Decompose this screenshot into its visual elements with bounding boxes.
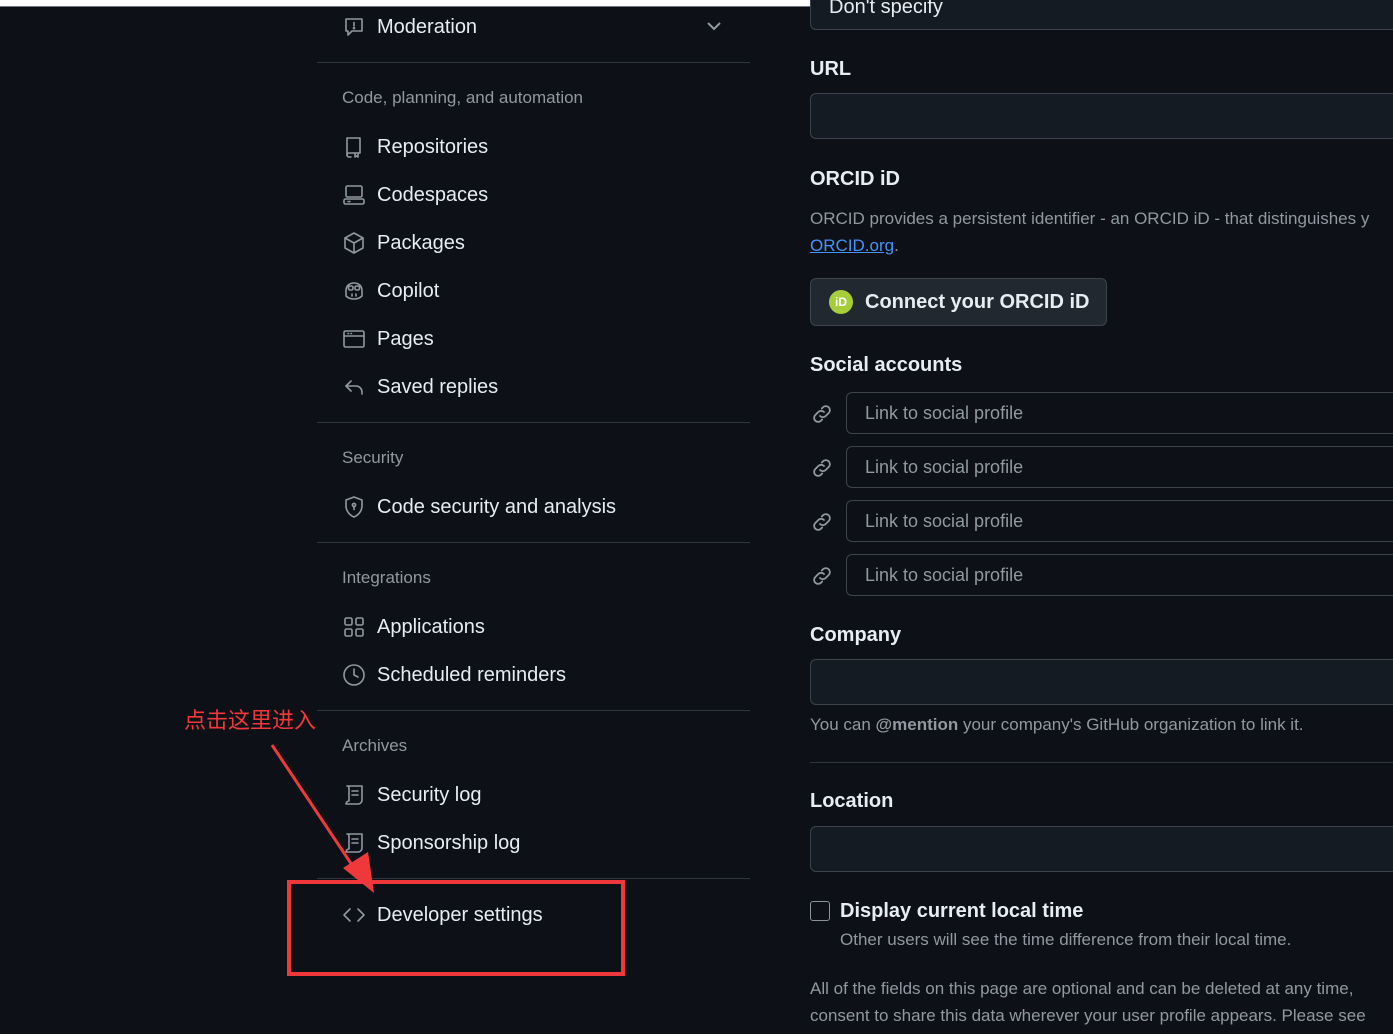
chevron-down-icon[interactable] (704, 16, 724, 36)
social-row: Link to social profile (810, 392, 1393, 434)
sidebar-item-saved-replies[interactable]: Saved replies (341, 370, 498, 404)
clock-icon (341, 662, 367, 688)
orcid-label: ORCID iD (810, 168, 900, 190)
profile-form: Don't specify URL ORCID iD ORCID provide… (810, 0, 1393, 1034)
company-hint-post: your company's GitHub organization to li… (958, 715, 1304, 734)
url-input[interactable] (810, 93, 1393, 139)
social-profile-input[interactable]: Link to social profile (846, 500, 1393, 542)
sidebar-item-moderation[interactable]: Moderation (341, 10, 477, 44)
group-title-archives: Archives (342, 736, 408, 755)
group-title-code: Code, planning, and automation (342, 88, 584, 107)
url-label: URL (810, 58, 852, 80)
footer-note-line2: consent to share this data wherever your… (810, 1006, 1366, 1025)
pronouns-select[interactable]: Don't specify (810, 0, 1393, 30)
browser-icon (341, 326, 367, 352)
connect-orcid-label: Connect your ORCID iD (865, 290, 1090, 313)
sidebar-item-label: Copilot (377, 279, 440, 302)
orcid-link[interactable]: ORCID.org (810, 236, 894, 255)
annotation-highlight-box (287, 880, 625, 976)
sidebar-item-sponsorship-log[interactable]: Sponsorship log (341, 826, 520, 860)
sidebar-item-label: Security log (377, 783, 482, 806)
sidebar-item-code-security[interactable]: Code security and analysis (341, 490, 616, 524)
comment-report-icon (341, 14, 367, 40)
orcid-period: . (894, 236, 899, 255)
divider (317, 62, 750, 63)
connect-orcid-button[interactable]: iD Connect your ORCID iD (810, 278, 1107, 326)
sidebar-item-packages[interactable]: Packages (341, 226, 465, 260)
package-icon (341, 230, 367, 256)
footer-note-line1: All of the fields on this page are optio… (810, 979, 1354, 998)
link-icon (810, 456, 834, 480)
sidebar-item-label: Code security and analysis (377, 495, 617, 518)
sidebar-item-pages[interactable]: Pages (341, 322, 434, 356)
company-label: Company (810, 624, 902, 646)
copilot-icon (341, 278, 367, 304)
social-row: Link to social profile (810, 500, 1393, 542)
social-profile-input[interactable]: Link to social profile (846, 392, 1393, 434)
sidebar-item-copilot[interactable]: Copilot (341, 274, 439, 308)
link-icon (810, 402, 834, 426)
apps-icon (341, 614, 367, 640)
divider (317, 422, 750, 423)
orcid-icon: iD (829, 290, 853, 314)
repo-icon (341, 134, 367, 160)
log-icon (341, 782, 367, 808)
social-profile-input[interactable]: Link to social profile (846, 446, 1393, 488)
company-hint-mention: @mention (875, 715, 959, 734)
sidebar-item-label: Moderation (377, 15, 478, 38)
sidebar-item-applications[interactable]: Applications (341, 610, 485, 644)
section-divider (810, 762, 1393, 763)
social-accounts-label: Social accounts (810, 354, 963, 376)
link-icon (810, 510, 834, 534)
sidebar-item-codespaces[interactable]: Codespaces (341, 178, 488, 212)
annotation-text: 点击这里进入 (184, 709, 317, 734)
sidebar-item-label: Applications (377, 615, 485, 638)
group-title-integrations: Integrations (342, 568, 431, 587)
social-row: Link to social profile (810, 554, 1393, 596)
sidebar-item-label: Repositories (377, 135, 489, 158)
reply-icon (341, 374, 367, 400)
company-hint: You can @mention your company's GitHub o… (810, 715, 1304, 735)
settings-sidebar: Moderation Code, planning, and automatio… (317, 0, 750, 1034)
group-title-security: Security (342, 448, 404, 467)
sidebar-item-security-log[interactable]: Security log (341, 778, 482, 812)
local-time-label[interactable]: Display current local time (840, 900, 1083, 923)
sidebar-item-label: Packages (377, 231, 465, 254)
company-input[interactable] (810, 659, 1393, 705)
sidebar-item-label: Saved replies (377, 375, 499, 398)
orcid-description: ORCID provides a persistent identifier -… (810, 209, 1370, 228)
link-icon (810, 564, 834, 588)
local-time-checkbox[interactable] (810, 901, 830, 921)
local-time-description: Other users will see the time difference… (840, 930, 1292, 949)
sidebar-item-label: Pages (377, 327, 434, 350)
divider (317, 542, 750, 543)
location-label: Location (810, 790, 894, 812)
divider (317, 710, 750, 711)
codespaces-icon (341, 182, 367, 208)
sidebar-item-label: Sponsorship log (377, 831, 521, 854)
sidebar-item-label: Scheduled reminders (377, 663, 566, 686)
pronouns-value: Don't specify (829, 0, 943, 18)
log-icon (341, 830, 367, 856)
sidebar-item-label: Codespaces (377, 183, 489, 206)
divider (317, 878, 750, 879)
company-hint-pre: You can (810, 715, 876, 734)
sidebar-item-scheduled-reminders[interactable]: Scheduled reminders (341, 658, 566, 692)
shield-lock-icon (341, 494, 367, 520)
social-profile-input[interactable]: Link to social profile (846, 554, 1393, 596)
orcid-link-line: ORCID.org. (810, 236, 899, 256)
sidebar-item-repositories[interactable]: Repositories (341, 130, 488, 164)
social-row: Link to social profile (810, 446, 1393, 488)
location-input[interactable] (810, 826, 1393, 872)
